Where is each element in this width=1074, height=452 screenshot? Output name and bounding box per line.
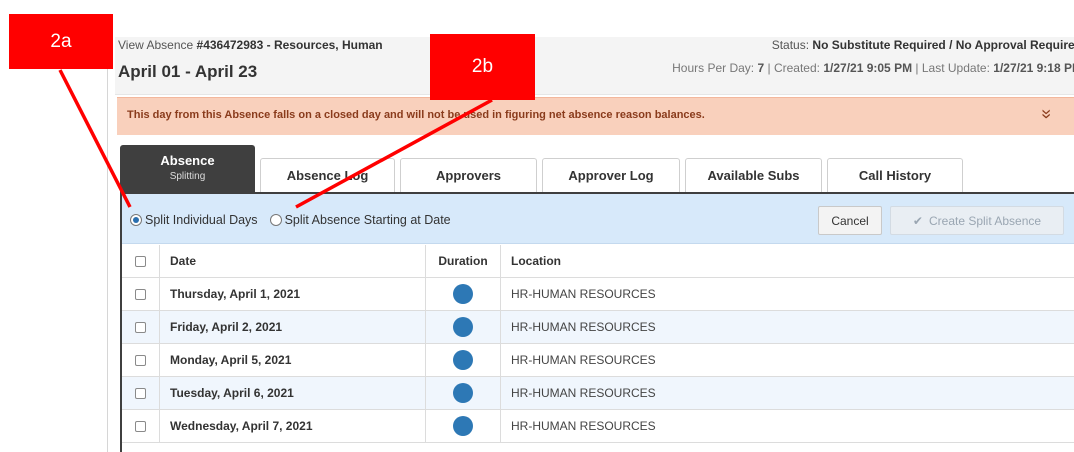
callout-2a: 2a [9, 14, 113, 69]
callout-2b-arrow [295, 98, 493, 209]
callout-2a-arrow [58, 69, 132, 208]
callout-2b: 2b [430, 34, 535, 100]
callout-arrows [58, 69, 493, 209]
